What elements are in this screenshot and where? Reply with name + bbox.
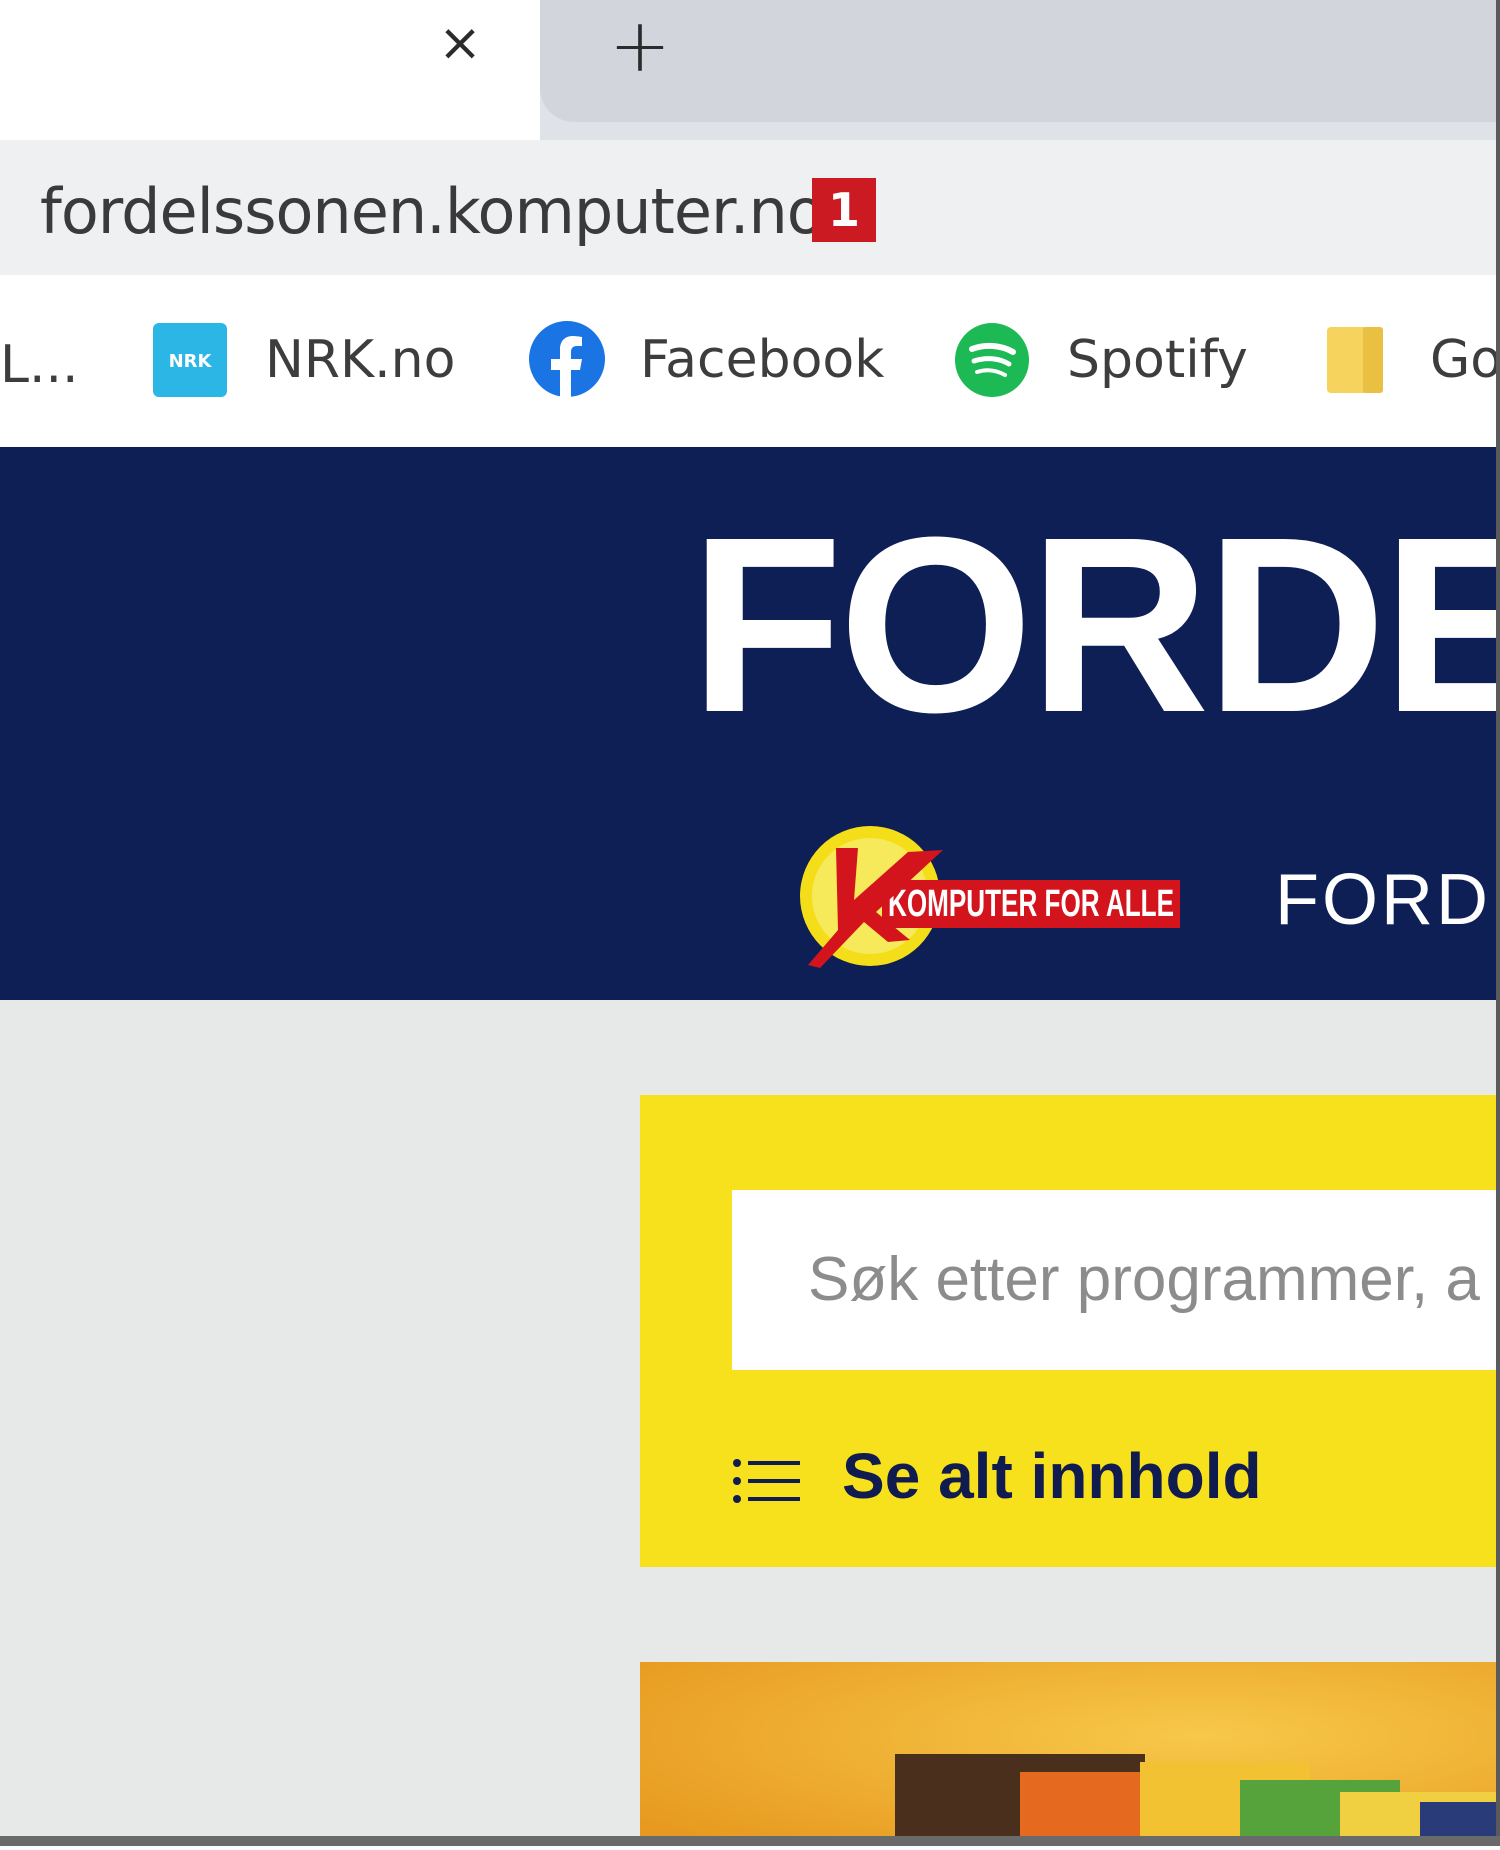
bookmark-truncated[interactable]: L... [0, 330, 79, 400]
list-icon [732, 1458, 802, 1504]
svg-text:NRK: NRK [169, 351, 213, 372]
callout-number-badge: 1 [812, 178, 876, 242]
screenshot-border [1496, 0, 1500, 1846]
folder-icon [1325, 325, 1399, 399]
bookmark-folder[interactable]: Go [1430, 325, 1500, 395]
komputer-for-alle-logo[interactable]: KOMPUTER FOR ALLE [798, 820, 1188, 970]
search-placeholder: Søk etter programmer, a [808, 1245, 1480, 1314]
close-tab-icon[interactable]: × [430, 8, 490, 78]
bookmark-spotify[interactable]: Spotify [1067, 325, 1248, 395]
new-tab-button[interactable]: + [600, 6, 680, 86]
tab-strip-empty-area [540, 0, 1500, 122]
promo-banner-image[interactable] [640, 1662, 1500, 1846]
nav-fordeler-link[interactable]: FORD [1275, 860, 1491, 940]
screenshot-border-bottom [0, 1836, 1500, 1846]
bookmark-facebook[interactable]: Facebook [640, 325, 884, 395]
see-all-content-link[interactable]: Se alt innhold [842, 1440, 1262, 1512]
nrk-icon: NRK [153, 323, 227, 397]
svg-text:KOMPUTER FOR ALLE: KOMPUTER FOR ALLE [888, 883, 1174, 925]
url-text[interactable]: fordelssonen.komputer.no [40, 172, 825, 252]
spotify-icon [954, 322, 1029, 397]
site-title: FORDE [690, 485, 1500, 764]
bookmark-nrk[interactable]: NRK.no [265, 325, 455, 395]
facebook-icon [528, 320, 605, 398]
